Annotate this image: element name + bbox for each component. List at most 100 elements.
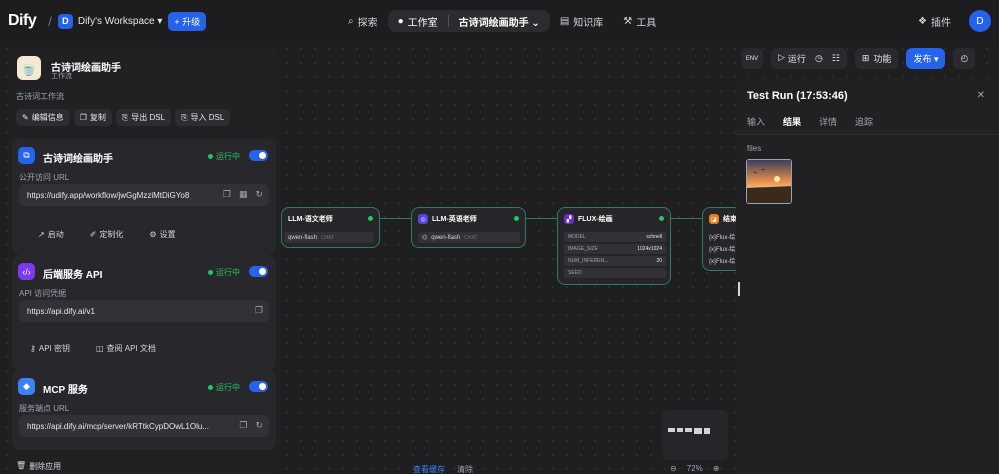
param-key: SEED [568, 270, 582, 276]
pencil-icon: ✎ [22, 113, 29, 122]
close-icon[interactable]: ✕ [977, 90, 985, 101]
status-dot [208, 270, 213, 275]
delete-app-label: 删除应用 [29, 462, 62, 471]
node-status-dot [659, 216, 664, 221]
publish-button[interactable]: 发布 ▾ [906, 48, 946, 69]
external-link-icon: ↗ [38, 230, 45, 239]
api-url-field: https://api.dify.ai/v1 ❐ [19, 300, 269, 322]
customize-label: 定制化 [99, 230, 124, 239]
node-llm-chinese-teacher[interactable]: LLM-语文老师 qwen-flash CHAT [281, 207, 380, 248]
workspace-avatar[interactable]: D [57, 13, 73, 29]
param-row: NUM_INFEREN... 20 [564, 256, 666, 266]
copy-icon[interactable]: ❐ [255, 305, 263, 316]
tab-input[interactable]: 输入 [747, 115, 765, 128]
mcp-status-label: 运行中 [216, 383, 240, 392]
tab-tracing[interactable]: 追踪 [855, 115, 873, 128]
minimap[interactable] [662, 410, 728, 460]
nav-knowledge-label: 知识库 [573, 17, 604, 29]
play-icon: ▷ [778, 52, 785, 62]
checklist-icon[interactable]: ☷ [832, 53, 840, 64]
param-key: MODEL [568, 234, 586, 240]
import-dsl-button[interactable]: ⎘ 导入 DSL [175, 109, 231, 126]
webapp-url-label: 公开访问 URL [19, 173, 70, 182]
copy-icon[interactable]: ❐ [239, 420, 247, 431]
model-name: qwen-flash [288, 234, 318, 241]
workspace-switcher[interactable]: Dify's Workspace ▾ [78, 16, 163, 27]
delete-app-button[interactable]: 🗑 删除应用 [16, 461, 61, 472]
test-run-title: Test Run (17:53:46) [747, 90, 848, 102]
flux-icon: ▞ [564, 214, 574, 224]
upgrade-button[interactable]: + 升级 [168, 11, 207, 31]
mcp-toggle[interactable] [249, 381, 268, 392]
current-app-switcher[interactable]: 古诗词绘画助手 ⌄ [459, 14, 540, 29]
refresh-icon[interactable]: ↻ [255, 189, 263, 200]
edit-info-button[interactable]: ✎ 编辑信息 [16, 109, 70, 126]
param-row: SEED [564, 268, 666, 278]
result-image-thumbnail[interactable] [746, 159, 792, 204]
mcp-url-actions: ❐ ↻ [239, 420, 263, 431]
copy-icon: ❐ [79, 113, 87, 122]
webapp-url-actions: ❐ ▦ ↻ [223, 189, 263, 200]
compass-icon: ⌕ [348, 15, 354, 27]
edge-llm1-llm2 [380, 218, 411, 219]
model-name: qwen-flash [431, 234, 461, 241]
status-dot [208, 385, 213, 390]
env-button[interactable]: ENV [741, 48, 763, 69]
api-docs-link[interactable]: ◫ 查阅 API 文档 [96, 343, 156, 354]
duplicate-label: 复制 [89, 113, 106, 122]
run-button[interactable]: ▷ 运行 [778, 52, 806, 65]
node-flux-painting[interactable]: ▞ FLUX-绘画 MODEL schnell IMAGE_SIZE 1024x102… [557, 207, 671, 285]
export-dsl-label: 导出 DSL [131, 113, 166, 122]
node-flux-title: FLUX-绘画 [578, 216, 613, 223]
mcp-url-field: https://api.dify.ai/mcp/server/kRTtkCypD… [19, 415, 269, 437]
node-title: LLM-语文老师 [288, 214, 333, 224]
qrcode-icon[interactable]: ▦ [239, 189, 248, 200]
backend-toggle[interactable] [249, 266, 268, 277]
param-value: schnell [646, 234, 662, 240]
features-button[interactable]: ⊞ 功能 [854, 48, 899, 69]
app-info-panel: 🍵 古诗词绘画助手 工作流 古诗词工作流 ✎ 编辑信息 ❐ 复制 ⎘ 导出 DSL ⎘… [8, 48, 280, 474]
history-icon[interactable]: ◷ [815, 53, 823, 64]
clear-link[interactable]: 清除 [457, 464, 473, 474]
files-label: files [747, 144, 762, 153]
param-key: IMAGE_SIZE [568, 246, 599, 252]
view-cache-link[interactable]: 查看缓存 [413, 464, 445, 474]
nav-knowledge[interactable]: ▤ 知识库 [550, 10, 613, 32]
refresh-icon[interactable]: ↻ [255, 420, 263, 431]
nav-studio[interactable]: ● 工作室 古诗词绘画助手 ⌄ [387, 10, 550, 32]
end-var: {x}Flux-绘 [709, 247, 736, 253]
settings-link[interactable]: ⚙ 设置 [149, 229, 175, 240]
plugins-label: 插件 [931, 17, 951, 29]
customize-link[interactable]: ✐ 定制化 [90, 229, 124, 240]
export-dsl-button[interactable]: ⎘ 导出 DSL [115, 109, 172, 126]
backend-links: ⚷ API 密钥 ◫ 查阅 API 文档 [30, 343, 156, 354]
paint-icon: ✐ [89, 230, 97, 239]
node-llm-english-teacher[interactable]: ◎ LLM-英语老师 ⌬ qwen-flash CHAT [411, 207, 526, 248]
duplicate-button[interactable]: ❐ 复制 [73, 109, 112, 126]
plugins-link[interactable]: ❖ 插件 [918, 14, 951, 29]
webapp-toggle[interactable] [249, 150, 268, 161]
tab-result[interactable]: 结果 [783, 115, 801, 128]
copy-icon[interactable]: ❐ [223, 189, 231, 200]
llm-icon: ◎ [418, 214, 428, 224]
cube-icon: ❖ [918, 15, 927, 27]
version-history-button[interactable]: ◴ [953, 48, 976, 69]
zoom-out-icon[interactable]: ⊖ [670, 464, 677, 473]
nav-tools[interactable]: ⚒ 工具 [613, 10, 666, 32]
dify-logo[interactable]: Dify [8, 12, 37, 30]
node-title: ◎ LLM-英语老师 [418, 214, 477, 224]
app-icon: 🍵 [17, 56, 41, 80]
nav-explore[interactable]: ⌕ 探索 [338, 10, 388, 32]
tab-detail[interactable]: 详情 [819, 115, 837, 128]
mcp-card: ◆ MCP 服务 运行中 服务端点 URL https://api.dify.a… [12, 370, 276, 450]
zoom-in-icon[interactable]: ⊕ [713, 464, 720, 473]
launch-link[interactable]: ↗ 启动 [38, 229, 64, 240]
backend-api-card: ‹/› 后端服务 API 运行中 API 访问凭据 https://api.di… [12, 255, 276, 371]
param-key: NUM_INFEREN... [568, 258, 609, 264]
zoom-level[interactable]: 72% [687, 464, 703, 473]
api-key-link[interactable]: ⚷ API 密钥 [30, 343, 70, 354]
key-icon: ⚷ [30, 344, 36, 353]
edit-info-label: 编辑信息 [31, 113, 64, 122]
user-avatar[interactable]: D [969, 10, 991, 32]
import-dsl-label: 导入 DSL [190, 113, 225, 122]
